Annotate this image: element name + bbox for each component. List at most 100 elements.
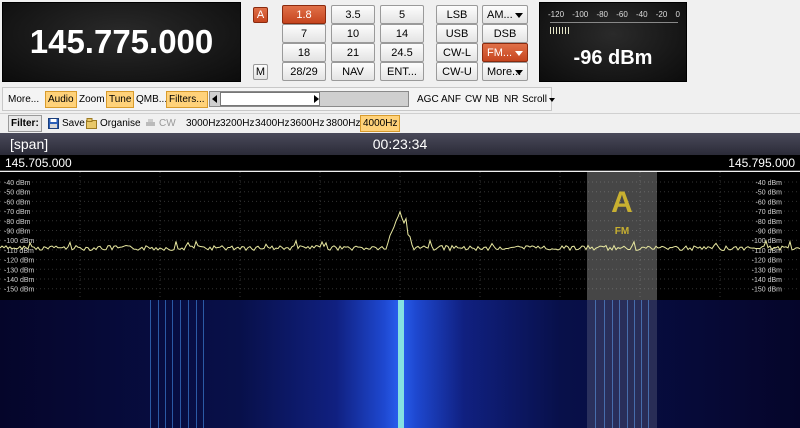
nr-button[interactable]: NR xyxy=(502,91,520,108)
chevron-down-icon xyxy=(515,51,523,56)
frequency-start: 145.705.000 xyxy=(5,156,72,170)
dbm-label: -150 dBm xyxy=(752,287,783,294)
tuning-slider[interactable] xyxy=(209,91,409,107)
organise-button[interactable]: Organise xyxy=(84,115,143,132)
band-button-5[interactable]: 5 xyxy=(380,5,424,24)
waterfall-graph xyxy=(0,300,800,428)
filter-3400hz[interactable]: 3400Hz xyxy=(253,115,291,132)
frequency-display[interactable]: 145.775.000 xyxy=(2,2,241,82)
zoom-button[interactable]: Zoom xyxy=(77,91,107,108)
clock: 00:23:34 xyxy=(372,136,428,152)
dbm-label: -130 dBm xyxy=(4,267,35,274)
dbm-label: -90 dBm xyxy=(4,229,31,236)
save-button[interactable]: Save xyxy=(46,115,87,132)
filter-4000hz[interactable]: 4000Hz xyxy=(360,115,401,132)
dbm-label: -50 dBm xyxy=(4,190,31,197)
dbm-label: -150 dBm xyxy=(4,287,35,294)
mode-dsb-button[interactable]: DSB xyxy=(482,24,528,43)
filter-3600hz[interactable]: 3600Hz xyxy=(288,115,326,132)
band-button-28-29[interactable]: 28/29 xyxy=(282,62,326,81)
band-button-10[interactable]: 10 xyxy=(331,24,375,43)
scroll-dropdown[interactable]: Scroll xyxy=(520,91,557,108)
meter-scale-label: -60 xyxy=(616,10,628,19)
dbm-label: -80 dBm xyxy=(756,219,783,226)
filter-3800hz[interactable]: 3800Hz xyxy=(324,115,362,132)
vfo-marker-letter: A xyxy=(611,186,633,219)
chevron-down-icon xyxy=(515,70,523,75)
cw-button[interactable]: CW xyxy=(463,91,484,108)
mode-more-dropdown[interactable]: More... xyxy=(482,62,528,81)
nav-button[interactable]: NAV xyxy=(331,62,375,81)
dbm-label: -60 dBm xyxy=(756,199,783,206)
mode-cwu-button[interactable]: CW-U xyxy=(436,62,478,81)
filter-toolbar: Filter: Save Organise CW 3000Hz 3200Hz 3… xyxy=(0,113,800,132)
qmb-button[interactable]: QMB... xyxy=(134,91,169,108)
waterfall-streak xyxy=(150,300,151,428)
right-arrow-icon xyxy=(314,95,319,103)
spectrum-graph: A FM -40 dBm -50 dBm -60 dBm -70 dBm -80 dBm… xyxy=(0,172,800,300)
anf-button[interactable]: ANF xyxy=(439,91,463,108)
meter-scale: -120 -100 -80 -60 -40 -20 0 xyxy=(548,10,680,19)
more-button[interactable]: More... xyxy=(6,91,41,108)
mode-am-label: AM... xyxy=(487,8,513,21)
mode-usb-button[interactable]: USB xyxy=(436,24,478,43)
waterfall-streak xyxy=(203,300,204,428)
dbm-labels-left: -40 dBm -50 dBm -60 dBm -70 dBm -80 dBm -90 d… xyxy=(4,180,35,294)
band-button-24.5[interactable]: 24.5 xyxy=(380,43,424,62)
meter-scale-label: -80 xyxy=(596,10,608,19)
memory-button[interactable]: M xyxy=(253,64,268,80)
filter-3000hz[interactable]: 3000Hz xyxy=(184,115,222,132)
band-button-7[interactable]: 7 xyxy=(282,24,326,43)
dbm-label: -50 dBm xyxy=(756,190,783,197)
dbm-label: -90 dBm xyxy=(756,229,783,236)
filters-button[interactable]: Filters... xyxy=(166,91,208,108)
filter-label[interactable]: Filter: xyxy=(8,115,42,132)
vfo-a-button[interactable]: A xyxy=(253,7,268,23)
meter-scale-label: -40 xyxy=(635,10,648,19)
dbm-label: -80 dBm xyxy=(4,219,31,226)
waterfall-display[interactable] xyxy=(0,300,800,428)
agc-button[interactable]: AGC xyxy=(415,91,441,108)
slider-thumb[interactable] xyxy=(220,92,320,106)
spectrum-grid xyxy=(0,172,800,300)
band-button-3.5[interactable]: 3.5 xyxy=(331,5,375,24)
waterfall-streak xyxy=(165,300,166,428)
mode-am-dropdown[interactable]: AM... xyxy=(482,5,528,24)
band-button-1.8[interactable]: 1.8 xyxy=(282,5,326,24)
waterfall-streak xyxy=(158,300,159,428)
waterfall-streak xyxy=(398,300,400,428)
band-button-18[interactable]: 18 xyxy=(282,43,326,62)
audio-button[interactable]: Audio xyxy=(45,91,77,108)
dbm-label: -130 dBm xyxy=(752,267,783,274)
mode-cwl-button[interactable]: CW-L xyxy=(436,43,478,62)
spectrum-display[interactable]: A FM -40 dBm -50 dBm -60 dBm -70 dBm -80 dBm… xyxy=(0,172,800,300)
display-header: [span] 00:23:34 xyxy=(0,133,800,155)
dbm-labels-right: -40 dBm -50 dBm -60 dBm -70 dBm -80 dBm -90 d… xyxy=(752,180,783,294)
nb-button[interactable]: NB xyxy=(483,91,501,108)
frequency-end: 145.795.000 xyxy=(728,156,795,170)
mode-lsb-button[interactable]: LSB xyxy=(436,5,478,24)
dbm-label: -40 dBm xyxy=(4,180,31,187)
enter-button[interactable]: ENT... xyxy=(380,62,424,81)
cw-filter-button[interactable]: CW xyxy=(143,115,178,132)
waterfall-streak xyxy=(188,300,189,428)
chevron-down-icon xyxy=(549,97,556,102)
mode-fm-dropdown[interactable]: FM... xyxy=(482,43,528,62)
band-button-14[interactable]: 14 xyxy=(380,24,424,43)
band-button-21[interactable]: 21 xyxy=(331,43,375,62)
tune-button[interactable]: Tune xyxy=(106,91,135,108)
waterfall-streak xyxy=(402,300,404,428)
dbm-label: -70 dBm xyxy=(4,209,31,216)
meter-level-bar xyxy=(550,27,570,34)
frequency-scale: 145.705.000 145.795.000 xyxy=(0,155,800,171)
filter-3200hz[interactable]: 3200Hz xyxy=(218,115,256,132)
meter-scale-label: -120 xyxy=(548,10,565,19)
left-arrow-icon xyxy=(212,95,217,103)
dbm-label: -70 dBm xyxy=(756,209,783,216)
signal-strength-value: -96 dBm xyxy=(573,47,653,69)
waterfall-streak xyxy=(196,300,197,428)
dbm-label: -120 dBm xyxy=(752,258,783,265)
waterfall-passband xyxy=(587,300,657,428)
mode-fm-label: FM... xyxy=(487,46,513,59)
cw-filter-label: CW xyxy=(159,118,176,129)
